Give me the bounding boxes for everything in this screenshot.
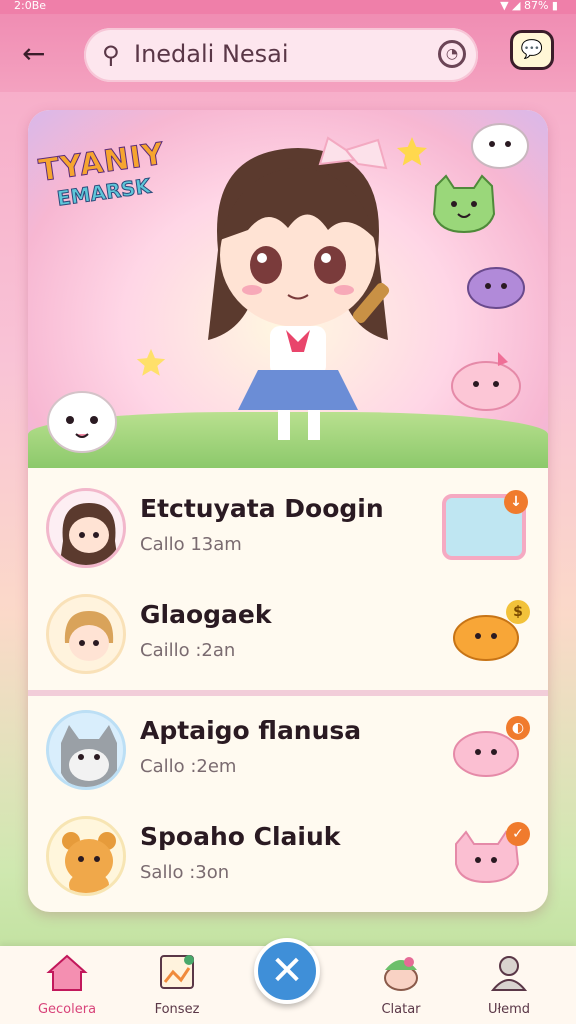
nav-item-chat[interactable]: Clatar <box>356 952 446 1022</box>
back-arrow-icon[interactable]: ← <box>22 40 62 70</box>
anime-girl-illustration <box>208 136 390 440</box>
avatar <box>46 488 126 568</box>
status-time: 2:0Be <box>14 0 47 12</box>
green-cat-mascot <box>432 174 496 234</box>
white-puppy-mascot <box>47 391 117 453</box>
contact-name: Aptaigo flanusa <box>140 716 362 745</box>
bear-avatar-icon <box>62 832 116 893</box>
chat-bubble-icon[interactable]: 💬 <box>510 30 554 70</box>
nav-item-gallery[interactable]: Fonsez <box>132 952 222 1022</box>
photo-frame-icon <box>160 955 194 989</box>
avatar <box>46 816 126 896</box>
mascot-chat-icon <box>384 957 418 991</box>
purple-blob-mascot <box>467 267 525 309</box>
message-thumbnail[interactable]: $ <box>452 600 530 668</box>
girl-avatar-icon <box>59 503 119 565</box>
bottom-nav: Gecolera Fonsez ✕ Clatar Ułemd <box>0 938 576 1024</box>
main-card: TYANIY EMARSK Etctuyata Doogin Callo 13a… <box>28 110 548 912</box>
app-bar: ← ⚲ Inedali Nesai ◔ 💬 <box>0 14 576 92</box>
nav-label: Ułemd <box>487 1002 531 1017</box>
notification-badge-icon: $ <box>506 600 530 624</box>
list-item[interactable]: Spoaho Claiuk Sallo :3on ✓ <box>28 800 548 904</box>
contact-meta: Caillo :2an <box>140 640 236 661</box>
contact-name: Etctuyata Doogin <box>140 494 384 523</box>
nav-label: Gecolera <box>37 1002 97 1017</box>
clear-search-icon[interactable]: ◔ <box>438 40 466 68</box>
notification-badge-icon: ↓ <box>504 490 528 514</box>
star-decoration-icon <box>397 137 427 166</box>
message-thumbnail[interactable]: ↓ <box>442 490 530 564</box>
white-cat-mascot <box>471 123 529 169</box>
message-thumbnail[interactable]: ◐ <box>452 716 530 784</box>
contact-name: Glaogaek <box>140 600 272 629</box>
contact-meta: Callo 13am <box>140 534 242 555</box>
contact-meta: Callo :2em <box>140 756 237 777</box>
nav-item-profile[interactable]: Ułemd <box>464 952 554 1022</box>
search-icon: ⚲ <box>102 41 120 69</box>
status-icons: ▼ ◢ 87% ▮ <box>500 0 558 12</box>
user-icon <box>490 956 528 991</box>
message-thumbnail[interactable]: ✓ <box>452 822 530 890</box>
avatar <box>46 594 126 674</box>
nav-label: Clatar <box>381 1002 421 1017</box>
hero-banner: TYANIY EMARSK <box>28 110 548 468</box>
avatar <box>46 710 126 790</box>
search-input[interactable]: Inedali Nesai <box>134 40 289 68</box>
nav-label: Fonsez <box>154 1002 200 1017</box>
nav-item-home[interactable]: Gecolera <box>22 952 112 1022</box>
list-item[interactable]: Etctuyata Doogin Callo 13am ↓ <box>28 472 548 576</box>
notification-badge-icon: ✓ <box>506 822 530 846</box>
girl-avatar-icon <box>64 611 114 661</box>
list-item[interactable]: Aptaigo flanusa Callo :2em ◐ <box>28 694 548 798</box>
close-button[interactable]: ✕ <box>254 938 320 1004</box>
search-bar[interactable]: ⚲ Inedali Nesai ◔ <box>84 28 478 82</box>
contact-meta: Sallo :3on <box>140 862 230 883</box>
notification-badge-icon: ◐ <box>506 716 530 740</box>
star-decoration-icon <box>136 348 166 376</box>
list-item[interactable]: Glaogaek Caillo :2an $ <box>28 578 548 682</box>
contact-name: Spoaho Claiuk <box>140 822 341 851</box>
home-icon <box>46 954 88 991</box>
pink-bunny-mascot <box>451 352 521 411</box>
gray-cat-avatar-icon <box>61 725 117 787</box>
status-bar: 2:0Be ▼ ◢ 87% ▮ <box>0 0 576 14</box>
